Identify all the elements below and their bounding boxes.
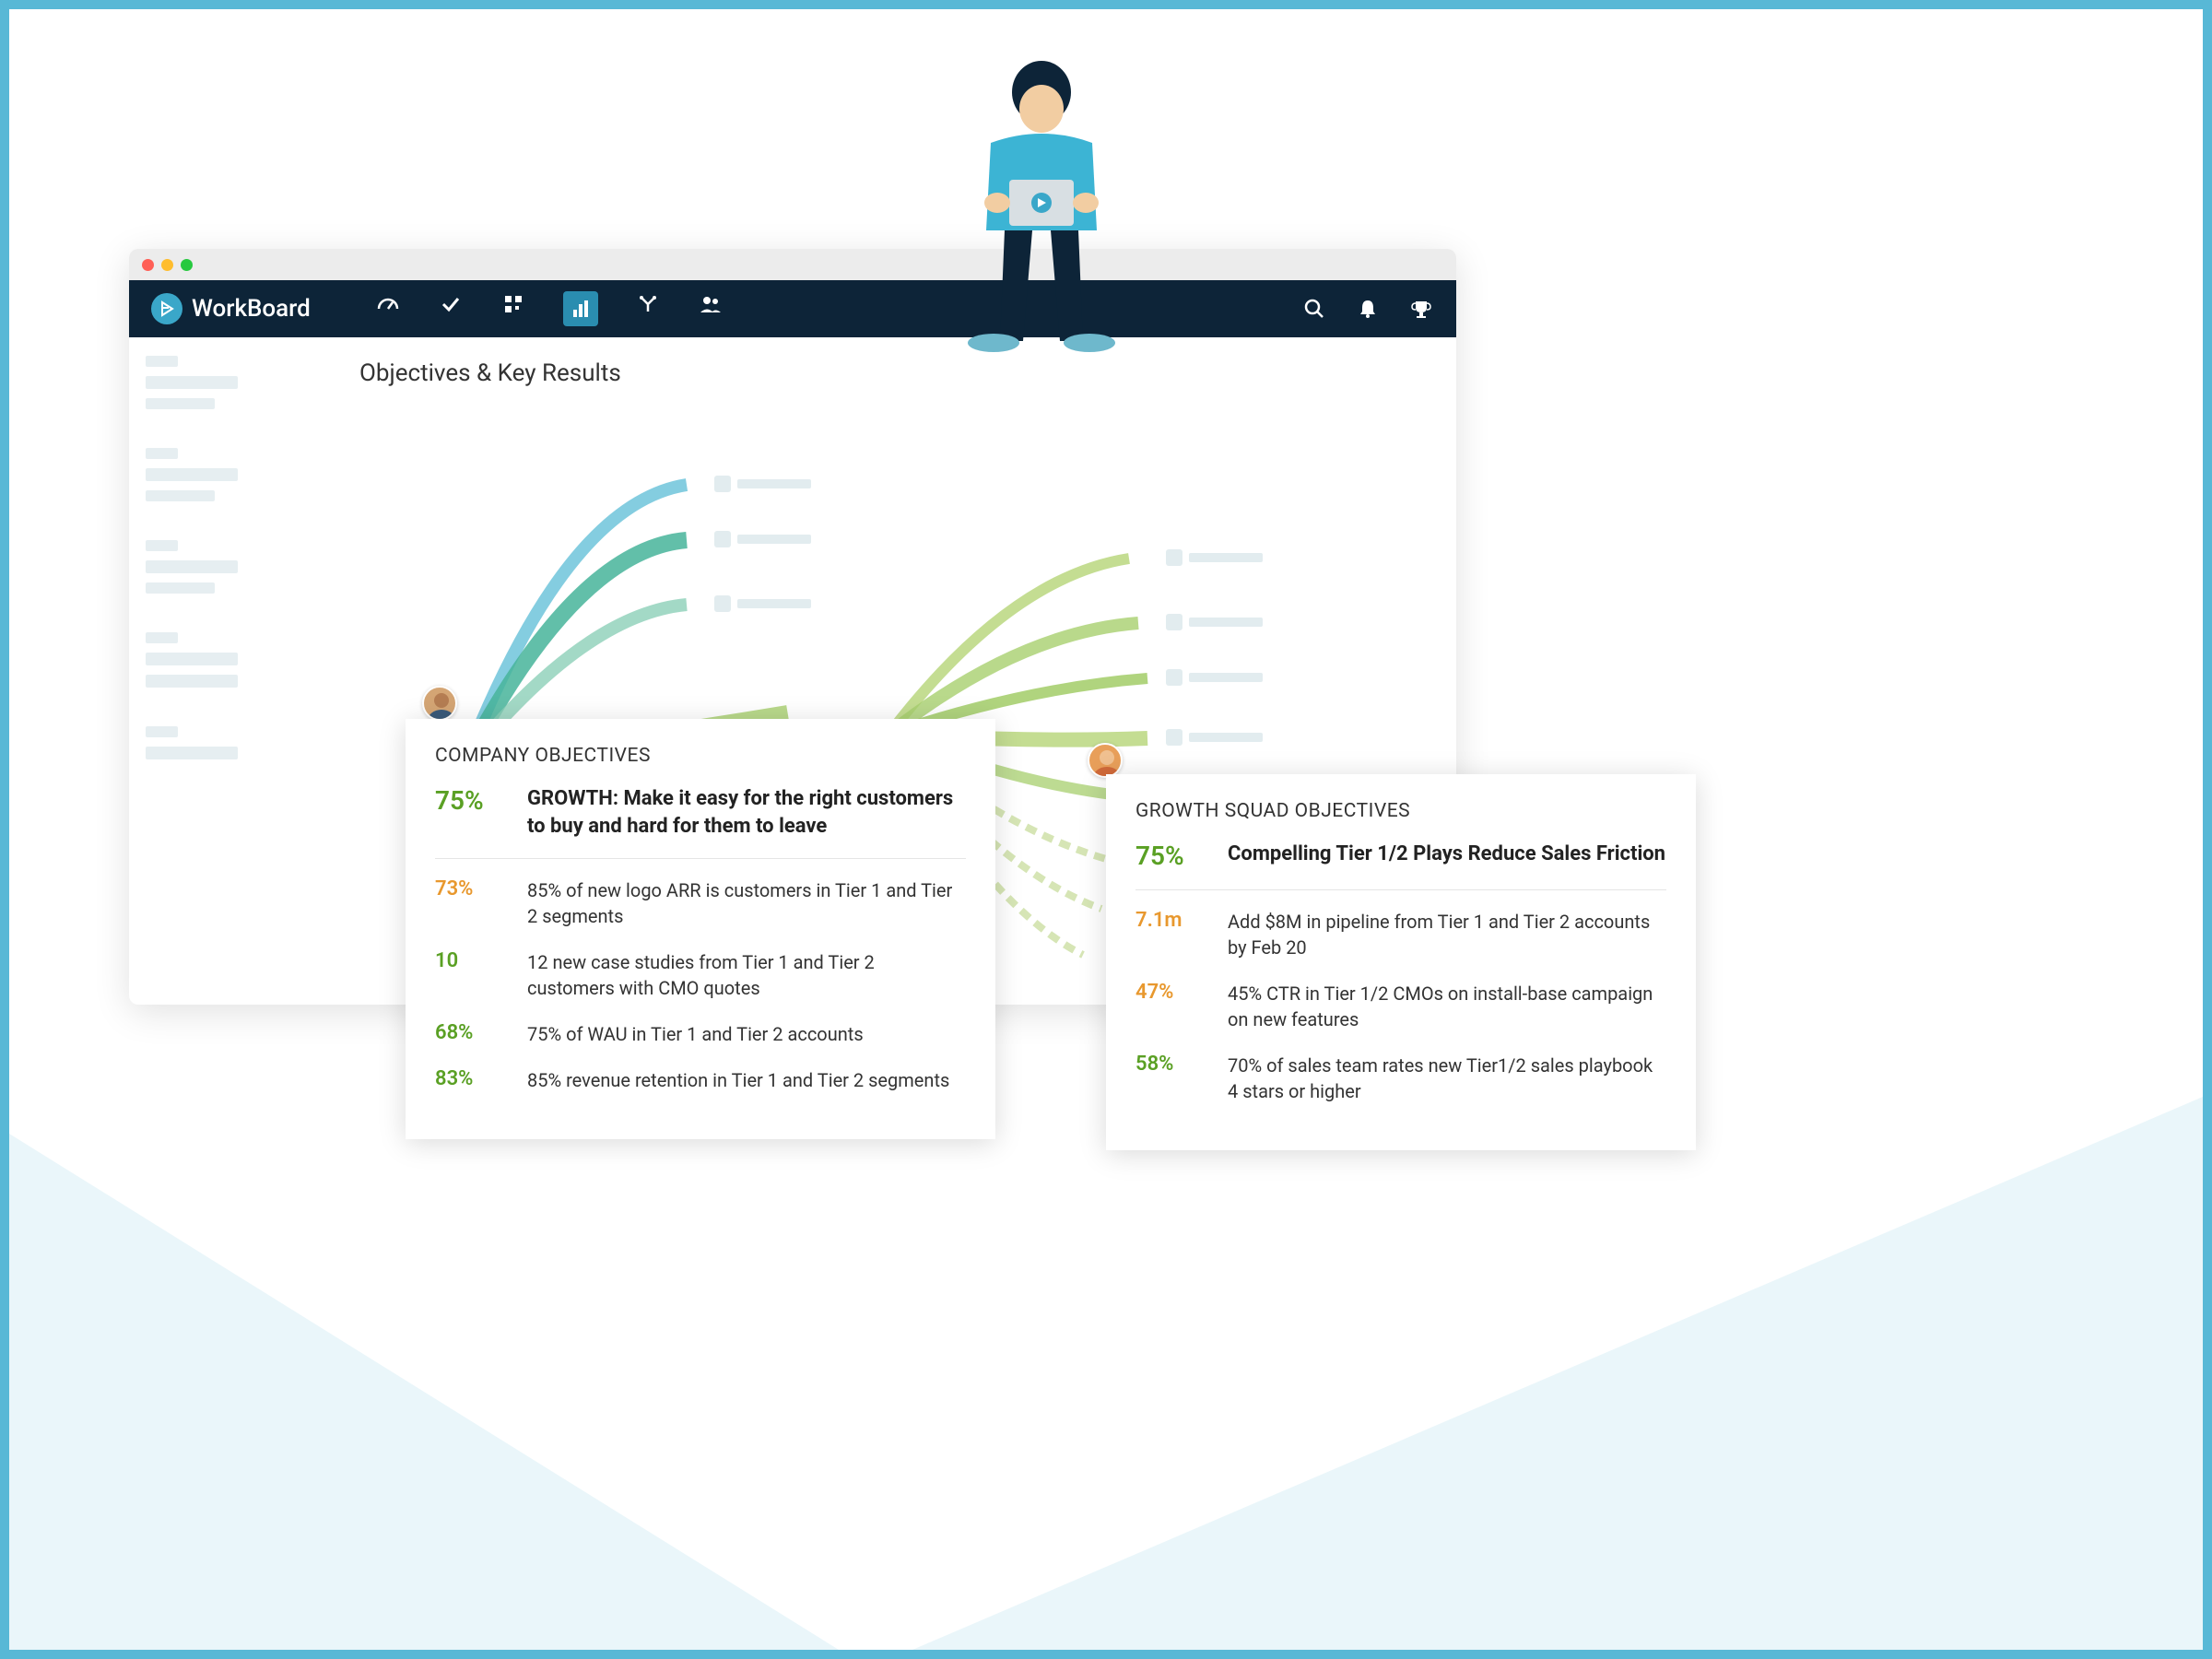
top-nav: WorkBoard: [129, 280, 1456, 337]
branch-icon[interactable]: [635, 291, 661, 317]
key-result-row[interactable]: 58% 70% of sales team rates new Tier1/2 s…: [1135, 1053, 1666, 1104]
key-result-row[interactable]: 7.1m Add $8M in pipeline from Tier 1 and …: [1135, 909, 1666, 960]
brand-logo-icon: [151, 293, 182, 324]
objective-row[interactable]: 75% GROWTH: Make it easy for the right c…: [435, 785, 966, 859]
key-result-row[interactable]: 68% 75% of WAU in Tier 1 and Tier 2 accou…: [435, 1021, 966, 1047]
trophy-icon[interactable]: [1408, 296, 1434, 322]
key-result-row[interactable]: 73% 85% of new logo ARR is customers in T…: [435, 877, 966, 929]
card-header: GROWTH SQUAD OBJECTIVES: [1135, 800, 1666, 822]
squad-objectives-card: GROWTH SQUAD OBJECTIVES 75% Compelling T…: [1106, 774, 1696, 1150]
bell-icon[interactable]: [1355, 296, 1381, 322]
sidebar: [129, 337, 323, 1005]
key-result-row[interactable]: 47% 45% CTR in Tier 1/2 CMOs on install-b…: [1135, 981, 1666, 1032]
objective-title: GROWTH: Make it easy for the right custo…: [527, 785, 966, 840]
minimize-button[interactable]: [161, 259, 173, 271]
kr-value: 7.1m: [1135, 909, 1207, 932]
illustration-person: [912, 46, 1171, 378]
key-result-row[interactable]: 10 12 new case studies from Tier 1 and Ti…: [435, 949, 966, 1001]
objective-title: Compelling Tier 1/2 Plays Reduce Sales F…: [1228, 841, 1665, 868]
kr-text: 45% CTR in Tier 1/2 CMOs on install-base…: [1228, 981, 1666, 1032]
objective-row[interactable]: 75% Compelling Tier 1/2 Plays Reduce Sal…: [1135, 841, 1666, 890]
kr-text: Add $8M in pipeline from Tier 1 and Tier…: [1228, 909, 1666, 960]
grid-icon[interactable]: [500, 291, 526, 317]
key-result-row[interactable]: 83% 85% revenue retention in Tier 1 and T…: [435, 1067, 966, 1093]
page-title: Objectives & Key Results: [359, 359, 1419, 387]
kr-text: 12 new case studies from Tier 1 and Tier…: [527, 949, 966, 1001]
nav-right: [1301, 296, 1434, 322]
card-header: COMPANY OBJECTIVES: [435, 745, 966, 767]
kr-text: 70% of sales team rates new Tier1/2 sale…: [1228, 1053, 1666, 1104]
kr-value: 68%: [435, 1021, 507, 1044]
close-button[interactable]: [142, 259, 154, 271]
nav-icons: [375, 291, 724, 326]
people-icon[interactable]: [698, 291, 724, 317]
kr-value: 47%: [1135, 981, 1207, 1004]
objective-pct: 75%: [435, 785, 507, 816]
search-icon[interactable]: [1301, 296, 1327, 322]
window-chrome: [129, 249, 1456, 280]
maximize-button[interactable]: [181, 259, 193, 271]
brand[interactable]: WorkBoard: [151, 293, 311, 324]
bg-shape-right: [912, 1097, 2203, 1650]
bar-chart-icon[interactable]: [563, 291, 598, 326]
check-icon[interactable]: [438, 291, 464, 317]
kr-value: 83%: [435, 1067, 507, 1090]
kr-text: 75% of WAU in Tier 1 and Tier 2 accounts: [527, 1021, 864, 1047]
brand-name: WorkBoard: [192, 295, 311, 323]
avatar-owner-2[interactable]: [1088, 743, 1123, 778]
kr-text: 85% of new logo ARR is customers in Tier…: [527, 877, 966, 929]
avatar-owner-1[interactable]: [422, 686, 457, 721]
company-objectives-card: COMPANY OBJECTIVES 75% GROWTH: Make it e…: [406, 719, 995, 1139]
kr-text: 85% revenue retention in Tier 1 and Tier…: [527, 1067, 949, 1093]
kr-value: 73%: [435, 877, 507, 900]
kr-value: 10: [435, 949, 507, 972]
speedometer-icon[interactable]: [375, 291, 401, 317]
kr-value: 58%: [1135, 1053, 1207, 1076]
objective-pct: 75%: [1135, 841, 1207, 871]
